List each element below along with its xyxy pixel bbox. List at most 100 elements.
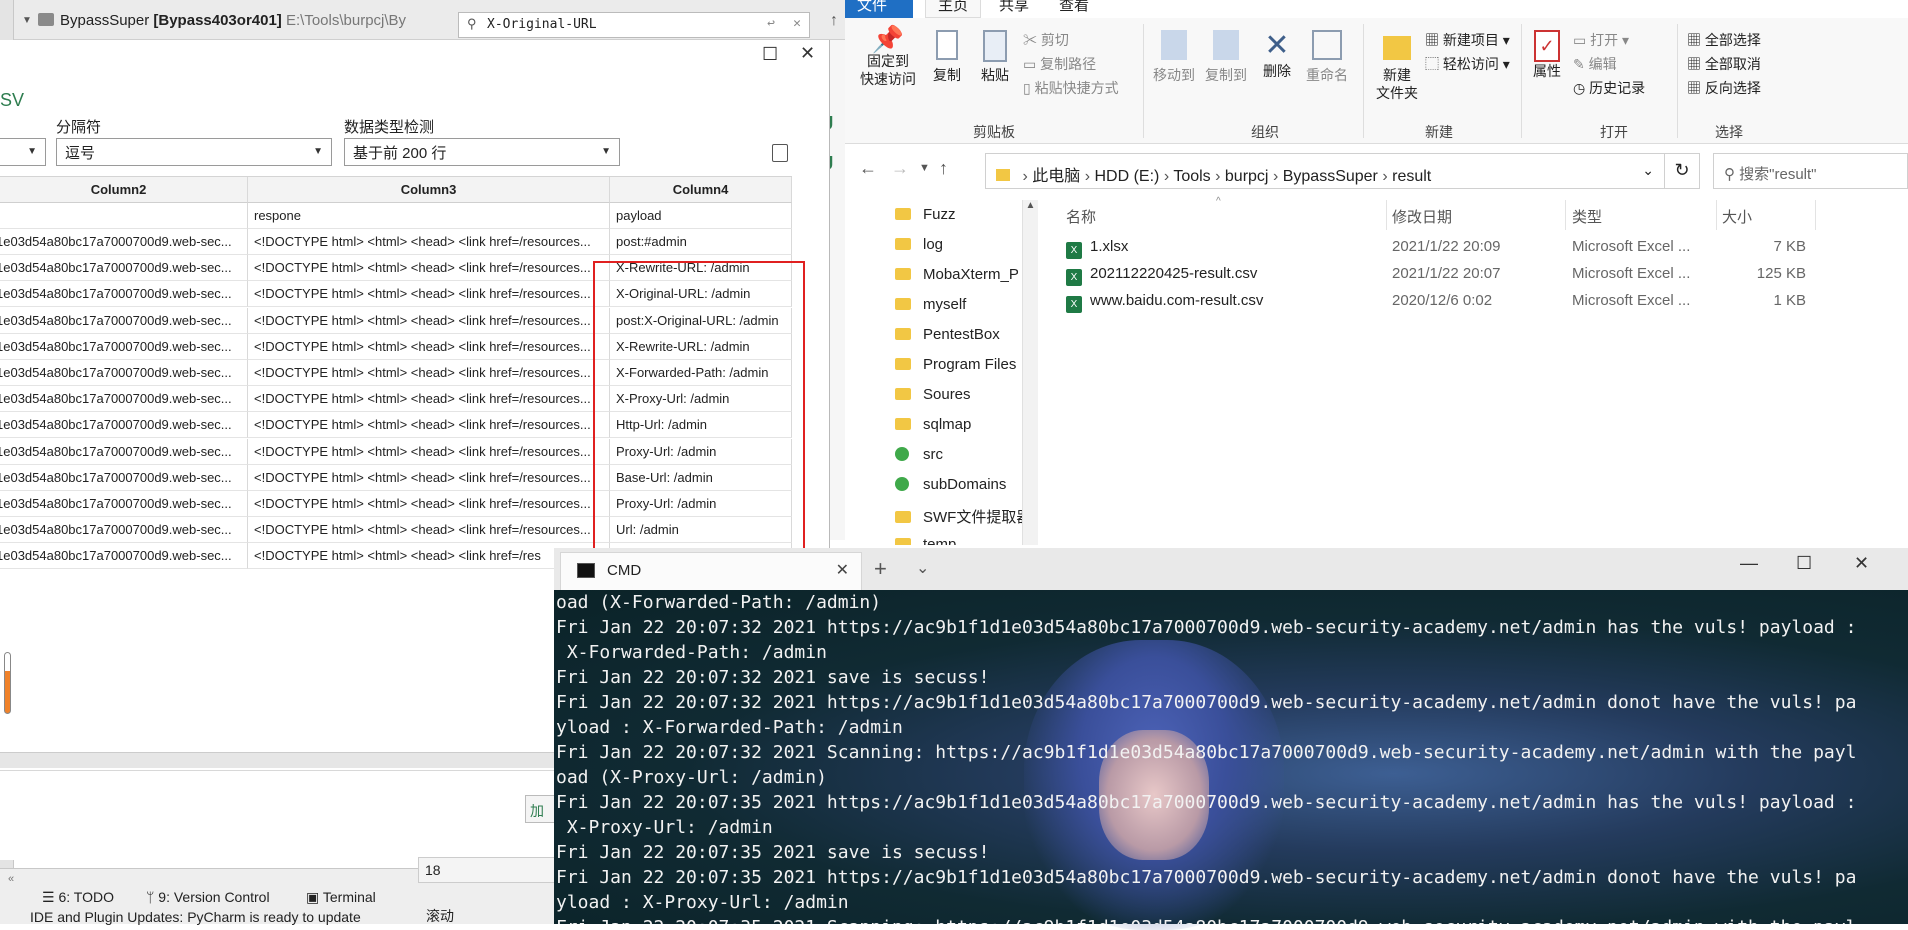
back-icon[interactable]: ← [859,158,877,179]
terminal-tab-title: CMD [607,562,642,579]
properties-button[interactable]: ✓ 属性 [1527,30,1567,80]
nav-item[interactable]: sqlmap [895,416,971,433]
tab-version-control[interactable]: ᛘ 9: Version Control [146,889,270,905]
grid-cell: 1e03d54a80bc17a7000700d9.web-sec... [0,255,248,282]
breadcrumb-bypasssuper[interactable]: BypassSuper [1283,168,1378,185]
breadcrumb-tools[interactable]: Tools [1173,168,1210,185]
column-size[interactable]: 大小 [1722,206,1752,227]
column-name[interactable]: 名称 [1066,206,1096,227]
chevron-down-icon[interactable]: ⌄ [1642,162,1654,179]
tab-file[interactable]: 文件 [845,0,913,18]
tab-home[interactable]: 主页 [925,0,982,18]
folder-icon [895,511,911,523]
select-all-button[interactable]: ▦ 全部选择 [1687,30,1761,50]
refresh-icon[interactable]: ↻ [1664,153,1700,189]
close-window-icon[interactable]: ✕ [1854,553,1869,574]
file-date: 2020/12/6 0:02 [1392,292,1493,309]
tab-todo[interactable]: ☰ 6: TODO [42,889,114,906]
arrow-up-icon[interactable]: ↑ [830,12,838,30]
move-to-button[interactable]: 移动到 [1149,30,1199,84]
edit-button[interactable]: ✎ 编辑 [1573,54,1617,74]
paste-button[interactable]: 粘贴 [973,30,1017,84]
file-row[interactable]: X 1.xlsx [1066,238,1128,259]
file-size: 125 KB [1756,265,1806,282]
clear-icon[interactable]: ✕ [793,16,801,31]
maximize-icon[interactable]: ☐ [1796,553,1812,574]
select-all-icon: ▦ [1687,32,1705,48]
file-date: 2021/1/22 20:09 [1392,238,1501,255]
replace-icon[interactable]: ↩ [767,16,775,31]
invert-selection-button[interactable]: ▦ 反向选择 [1687,78,1761,98]
new-folder-button[interactable]: 新建 文件夹 [1371,30,1423,102]
copy-to-button[interactable]: 复制到 [1201,30,1251,84]
nav-item[interactable]: Program Files [895,356,1016,373]
separator-label: 分隔符 [56,119,102,136]
rename-button[interactable]: 重命名 [1301,30,1353,84]
group-clipboard: 剪贴板 [973,124,1015,140]
nav-item[interactable]: src [895,446,943,463]
delete-icon: ✕ [1264,29,1290,62]
tab-share[interactable]: 共享 [987,0,1041,18]
recent-chevron-icon[interactable]: ▼ [919,162,930,174]
column-date[interactable]: 修改日期 [1392,206,1452,227]
search-box[interactable]: ⚲ 搜索"result" [1713,153,1908,189]
dropdown-icon[interactable]: ⌄ [916,558,929,578]
separator-select[interactable]: 逗号 ▼ [56,138,332,166]
copy-button[interactable]: 复制 [925,30,969,84]
refresh-data-icon[interactable] [772,144,788,162]
breadcrumb-drive[interactable]: HDD (E:) [1094,168,1159,185]
scroll-indicator[interactable] [4,652,11,714]
scroll-left-icon[interactable]: « [8,873,14,885]
minimize-icon[interactable]: — [1740,553,1758,574]
pin-quick-access-button[interactable]: 📌 固定到 快速访问 [855,26,921,88]
terminal-tab[interactable]: CMD ✕ [560,552,862,590]
maximize-icon[interactable]: ☐ [762,44,778,65]
scroll-up-icon[interactable]: ▲ [1023,200,1038,211]
nav-item[interactable]: PentestBox [895,326,1000,343]
file-origin-select[interactable]: ▼ [0,138,46,166]
nav-item[interactable]: Soures [895,386,971,403]
folder-icon [895,238,911,250]
history-button[interactable]: ◷ 历史记录 [1573,78,1645,98]
terminal-output[interactable]: oad (X-Forwarded-Path: /admin) Fri Jan 22… [554,590,1908,924]
detect-select[interactable]: 基于前 200 行 ▼ [344,138,620,166]
ribbon: 📌 固定到 快速访问 复制 粘贴 ✂ 剪切 ▭ 复制路径 ▯ 粘贴快捷方式 剪贴… [845,18,1908,144]
delete-button[interactable]: ✕ 删除 [1257,30,1297,80]
file-size: 7 KB [1773,238,1806,255]
easy-access-button[interactable]: ⬚ 轻松访问 ▾ [1425,54,1510,74]
grid-cell: payload [610,203,792,229]
nav-scrollbar[interactable]: ▲ [1022,200,1038,545]
nav-item[interactable]: MobaXterm_P [895,266,1019,283]
nav-item[interactable]: Fuzz [895,206,956,223]
tab-view[interactable]: 查看 [1047,0,1101,18]
forward-icon[interactable]: → [891,158,909,179]
open-button[interactable]: ▭ 打开 ▾ [1573,30,1629,50]
close-icon[interactable]: ✕ [800,43,815,64]
breadcrumb-result[interactable]: result [1392,168,1431,185]
tab-terminal[interactable]: ▣ Terminal [306,889,376,906]
address-box[interactable]: › 此电脑 › HDD (E:) › Tools › burpcj › Bypa… [985,153,1665,189]
nav-item[interactable]: subDomains [895,476,1006,493]
breadcrumb-this-pc[interactable]: 此电脑 [1032,168,1080,185]
select-none-button[interactable]: ▦ 全部取消 [1687,54,1761,74]
new-item-button[interactable]: ▦ 新建项目 ▾ [1425,30,1510,50]
copy-path-button[interactable]: ▭ 复制路径 [1023,54,1096,74]
up-icon[interactable]: ↑ [939,158,948,179]
copy-icon [936,30,958,60]
column-type[interactable]: 类型 [1572,206,1602,227]
new-tab-icon[interactable]: + [874,556,887,582]
status-message[interactable]: IDE and Plugin Updates: PyCharm is ready… [0,909,560,925]
collapse-icon[interactable]: ▼ [22,15,32,26]
shortcut-icon: ▯ [1023,80,1035,96]
cut-button[interactable]: ✂ 剪切 [1023,30,1069,50]
file-row[interactable]: X 202112220425-result.csv [1066,265,1257,286]
breadcrumb-burpcj[interactable]: burpcj [1225,168,1269,185]
close-tab-icon[interactable]: ✕ [836,560,849,580]
paste-shortcut-button[interactable]: ▯ 粘贴快捷方式 [1023,78,1119,98]
nav-item[interactable]: SWF文件提取器 [895,506,1031,527]
file-row[interactable]: Xwww.baidu.com-result.csv [1066,292,1263,313]
nav-item[interactable]: myself [895,296,966,313]
search-field[interactable]: ⚲ X-Original-URL ↩ ✕ [458,12,810,38]
nav-item[interactable]: temp [895,536,956,545]
nav-item[interactable]: log [895,236,943,253]
